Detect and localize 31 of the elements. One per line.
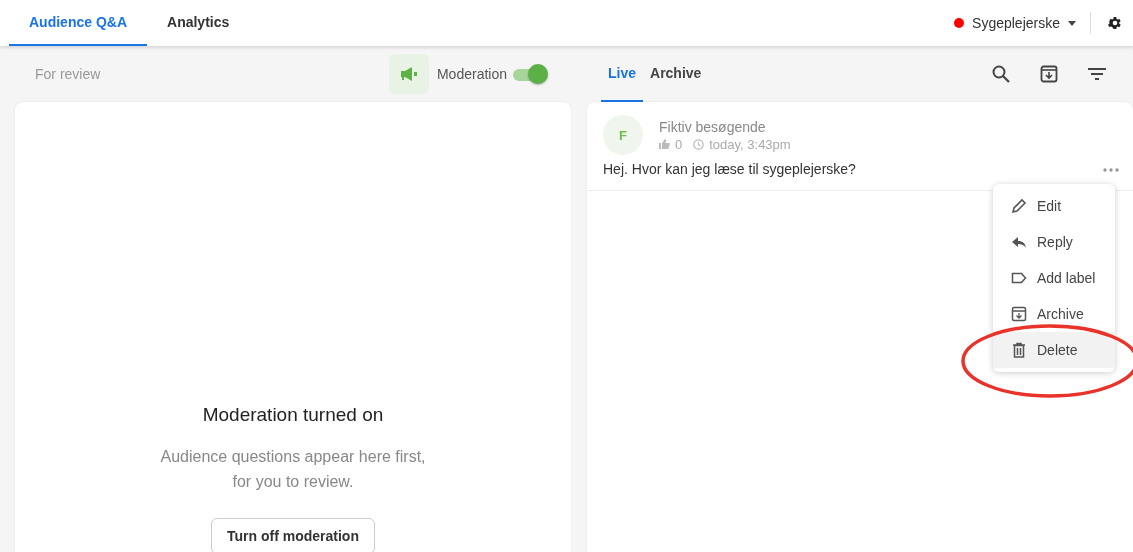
thumbs-up-icon[interactable] [659, 139, 670, 149]
question-text: Hej. Hvor kan jeg læse til sygeplejerske? [603, 161, 856, 177]
pencil-icon [1011, 198, 1027, 214]
trash-icon [1011, 342, 1027, 358]
more-icon[interactable] [1101, 166, 1121, 174]
avatar: F [603, 115, 643, 155]
menu-item[interactable]: Add label [993, 260, 1115, 296]
moderation-toggle[interactable] [511, 63, 549, 85]
event-selector[interactable]: Sygeplejerske [940, 12, 1091, 34]
moderation-label: Moderation [436, 66, 507, 82]
turn-off-moderation-button[interactable]: Turn off moderation [211, 518, 375, 552]
author-name: Fiktiv besøgende [659, 118, 767, 135]
menu-item[interactable]: Delete [993, 332, 1115, 368]
panel-title: For review [35, 66, 102, 82]
like-count: 0 [675, 136, 683, 152]
reply-arrow-icon [1011, 234, 1027, 250]
list-tab[interactable]: Archive [643, 46, 709, 102]
label-tag-icon [1011, 270, 1027, 286]
question-time: today, 3:43pm [709, 136, 791, 152]
clock-icon [693, 138, 705, 150]
megaphone-icon [388, 54, 429, 94]
menu-item[interactable]: Archive [993, 296, 1115, 332]
archive-box-icon [1011, 306, 1027, 322]
caret-icon [1068, 20, 1076, 26]
nav-tab[interactable]: Analytics [147, 0, 250, 46]
empty-state-text: Audience questions appear here first, for you to review. [159, 447, 427, 492]
empty-state-title: Moderation turned on [202, 404, 384, 426]
menu-item[interactable]: Edit [993, 188, 1115, 224]
settings-icon[interactable] [1107, 15, 1123, 31]
menu-item[interactable]: Reply [993, 224, 1115, 260]
nav-tab[interactable]: Audience Q&A [9, 0, 147, 46]
